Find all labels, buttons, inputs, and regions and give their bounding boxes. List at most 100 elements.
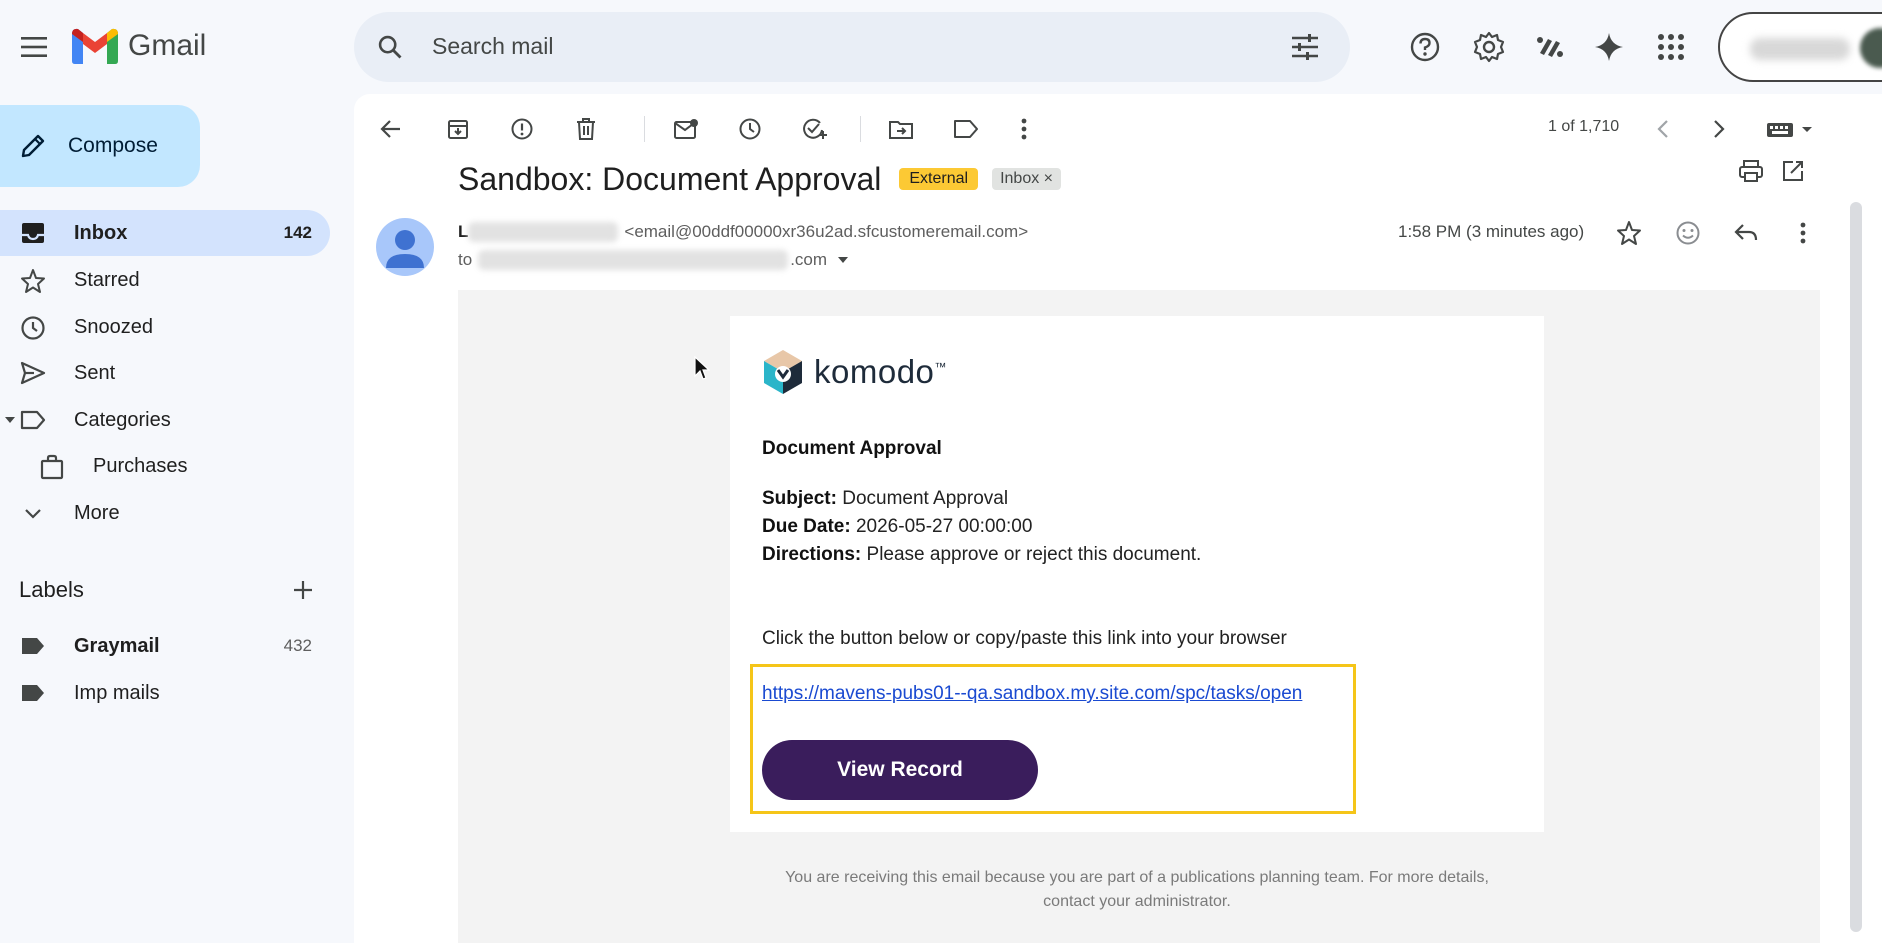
add-task-icon[interactable] (799, 114, 829, 144)
instruction-text: Click the button below or copy/paste thi… (762, 628, 1287, 649)
recipient-line[interactable]: to .com (458, 250, 849, 270)
to-prefix: to (458, 250, 473, 269)
sidebar-item-purchases[interactable]: Purchases (0, 443, 330, 489)
label-count: 432 (283, 636, 312, 655)
komodo-cube-icon (764, 350, 802, 394)
directions-field: Directions: Please approve or reject thi… (762, 544, 1202, 565)
sidebar-item-label: Starred (74, 268, 140, 291)
account-name-redacted (1750, 38, 1850, 60)
apps-grid-icon[interactable] (1651, 27, 1691, 67)
trash-icon[interactable] (571, 114, 601, 144)
message-time: 1:58 PM (3 minutes ago) (1398, 222, 1585, 241)
sidebar-item-label: Snoozed (74, 315, 153, 338)
reply-icon[interactable] (1731, 218, 1761, 248)
move-to-folder-icon[interactable] (886, 114, 916, 144)
sidebar-item-snoozed[interactable]: Snoozed (0, 304, 330, 350)
more-vertical-icon[interactable] (1009, 114, 1039, 144)
unread-count: 142 (283, 223, 312, 242)
sender-avatar[interactable] (376, 218, 434, 276)
open-in-new-window-icon[interactable] (1778, 156, 1808, 186)
archive-icon[interactable] (443, 114, 473, 144)
sidebar-item-label: Inbox (74, 221, 128, 244)
chevron-down-icon (20, 501, 46, 525)
mark-unread-icon[interactable] (671, 114, 701, 144)
sidebar-item-more[interactable]: More (0, 490, 330, 536)
keyboard-input-icon[interactable] (1764, 114, 1816, 144)
subject-field: Subject: Document Approval (762, 488, 1009, 509)
inbox-chip-label: Inbox (1000, 170, 1040, 187)
external-badge: External (899, 168, 979, 190)
snooze-clock-icon[interactable] (735, 114, 765, 144)
chevron-left-icon[interactable] (1648, 114, 1678, 144)
email-footer: You are receiving this email because you… (785, 869, 1489, 910)
sender-line: L <email@00ddf00000xr36u2ad.sfcustomerem… (458, 222, 1028, 242)
gemini-sparkle-icon[interactable] (1589, 27, 1629, 67)
star-icon (20, 268, 46, 294)
print-icon[interactable] (1736, 156, 1766, 186)
sender-email: <email@00ddf00000xr36u2ad.sfcustomeremai… (624, 222, 1029, 241)
search-options-icon[interactable] (1290, 33, 1320, 61)
account-avatar[interactable] (1860, 28, 1882, 68)
subject-row: Sandbox: Document Approval External Inbo… (458, 156, 1062, 202)
message-toolbar: 1 of 1,710 (354, 94, 1882, 162)
view-record-button[interactable]: View Record (762, 740, 1038, 800)
pencil-icon (18, 131, 48, 161)
chevron-right-icon[interactable] (1704, 114, 1734, 144)
expand-caret-icon[interactable] (4, 416, 16, 424)
account-switcher[interactable] (1718, 12, 1882, 82)
search-bar[interactable]: Search mail (354, 12, 1350, 82)
sender-name-redacted (468, 222, 619, 242)
task-link[interactable]: https://mavens-pubs01--qa.sandbox.my.sit… (762, 683, 1302, 705)
remove-label-icon[interactable]: × (1044, 170, 1053, 187)
sidebar-item-categories[interactable]: Categories (0, 397, 330, 443)
inbox-icon (20, 221, 46, 245)
star-icon[interactable] (1614, 218, 1644, 248)
emoji-reaction-icon[interactable] (1673, 218, 1703, 248)
sidebar-item-label: Purchases (93, 454, 188, 477)
due-date-field: Due Date: 2026-05-27 00:00:00 (762, 516, 1033, 537)
shopping-bag-icon (40, 454, 64, 480)
email-card: komodo™ Document Approval Subject: Docum… (730, 316, 1544, 832)
email-title: Document Approval (762, 438, 942, 459)
sidebar-item-starred[interactable]: Starred (0, 257, 330, 303)
toolbar-divider (644, 116, 645, 142)
gmail-m-icon (72, 28, 118, 64)
label-filled-icon (20, 681, 46, 705)
gmail-logo[interactable]: Gmail (72, 28, 206, 64)
add-label-icon[interactable] (290, 577, 316, 603)
search-input[interactable]: Search mail (432, 33, 553, 60)
main-menu-icon[interactable] (14, 27, 54, 67)
toolbar-divider (860, 116, 861, 142)
labels-header: Labels (19, 577, 84, 602)
inbox-label-chip[interactable]: Inbox × (992, 168, 1062, 190)
send-icon (20, 361, 46, 385)
app-name: Gmail (128, 29, 207, 62)
sidebar-label-imp-mails[interactable]: Imp mails (0, 670, 330, 716)
compose-button[interactable]: Compose (0, 105, 200, 187)
komodo-logo: komodo™ (762, 348, 947, 396)
back-arrow-icon[interactable] (376, 114, 406, 144)
search-icon[interactable] (376, 33, 404, 61)
sidebar-item-inbox[interactable]: Inbox 142 (0, 210, 330, 256)
brand-name: komodo™ (814, 353, 947, 390)
apps-script-icon[interactable] (1530, 27, 1570, 67)
sidebar-item-label: More (74, 501, 120, 524)
sidebar-label-graymail[interactable]: Graymail 432 (0, 623, 330, 669)
label-filled-icon (20, 634, 46, 658)
details-caret-icon[interactable] (837, 256, 849, 264)
sidebar-item-label: Sent (74, 361, 116, 384)
email-subject: Sandbox: Document Approval (458, 160, 882, 197)
label-tag-icon (20, 408, 46, 432)
more-vertical-icon[interactable] (1788, 218, 1818, 248)
sidebar-item-label: Categories (74, 408, 171, 431)
label-icon[interactable] (951, 114, 981, 144)
help-icon[interactable] (1405, 27, 1445, 67)
settings-gear-icon[interactable] (1469, 27, 1509, 67)
scrollbar[interactable] (1850, 202, 1862, 932)
mouse-cursor-icon (694, 356, 710, 380)
sidebar-item-label: Imp mails (74, 681, 160, 704)
report-spam-icon[interactable] (507, 114, 537, 144)
recipient-domain: .com (790, 250, 828, 269)
sender-initial: L (458, 222, 469, 241)
sidebar-item-sent[interactable]: Sent (0, 350, 330, 396)
